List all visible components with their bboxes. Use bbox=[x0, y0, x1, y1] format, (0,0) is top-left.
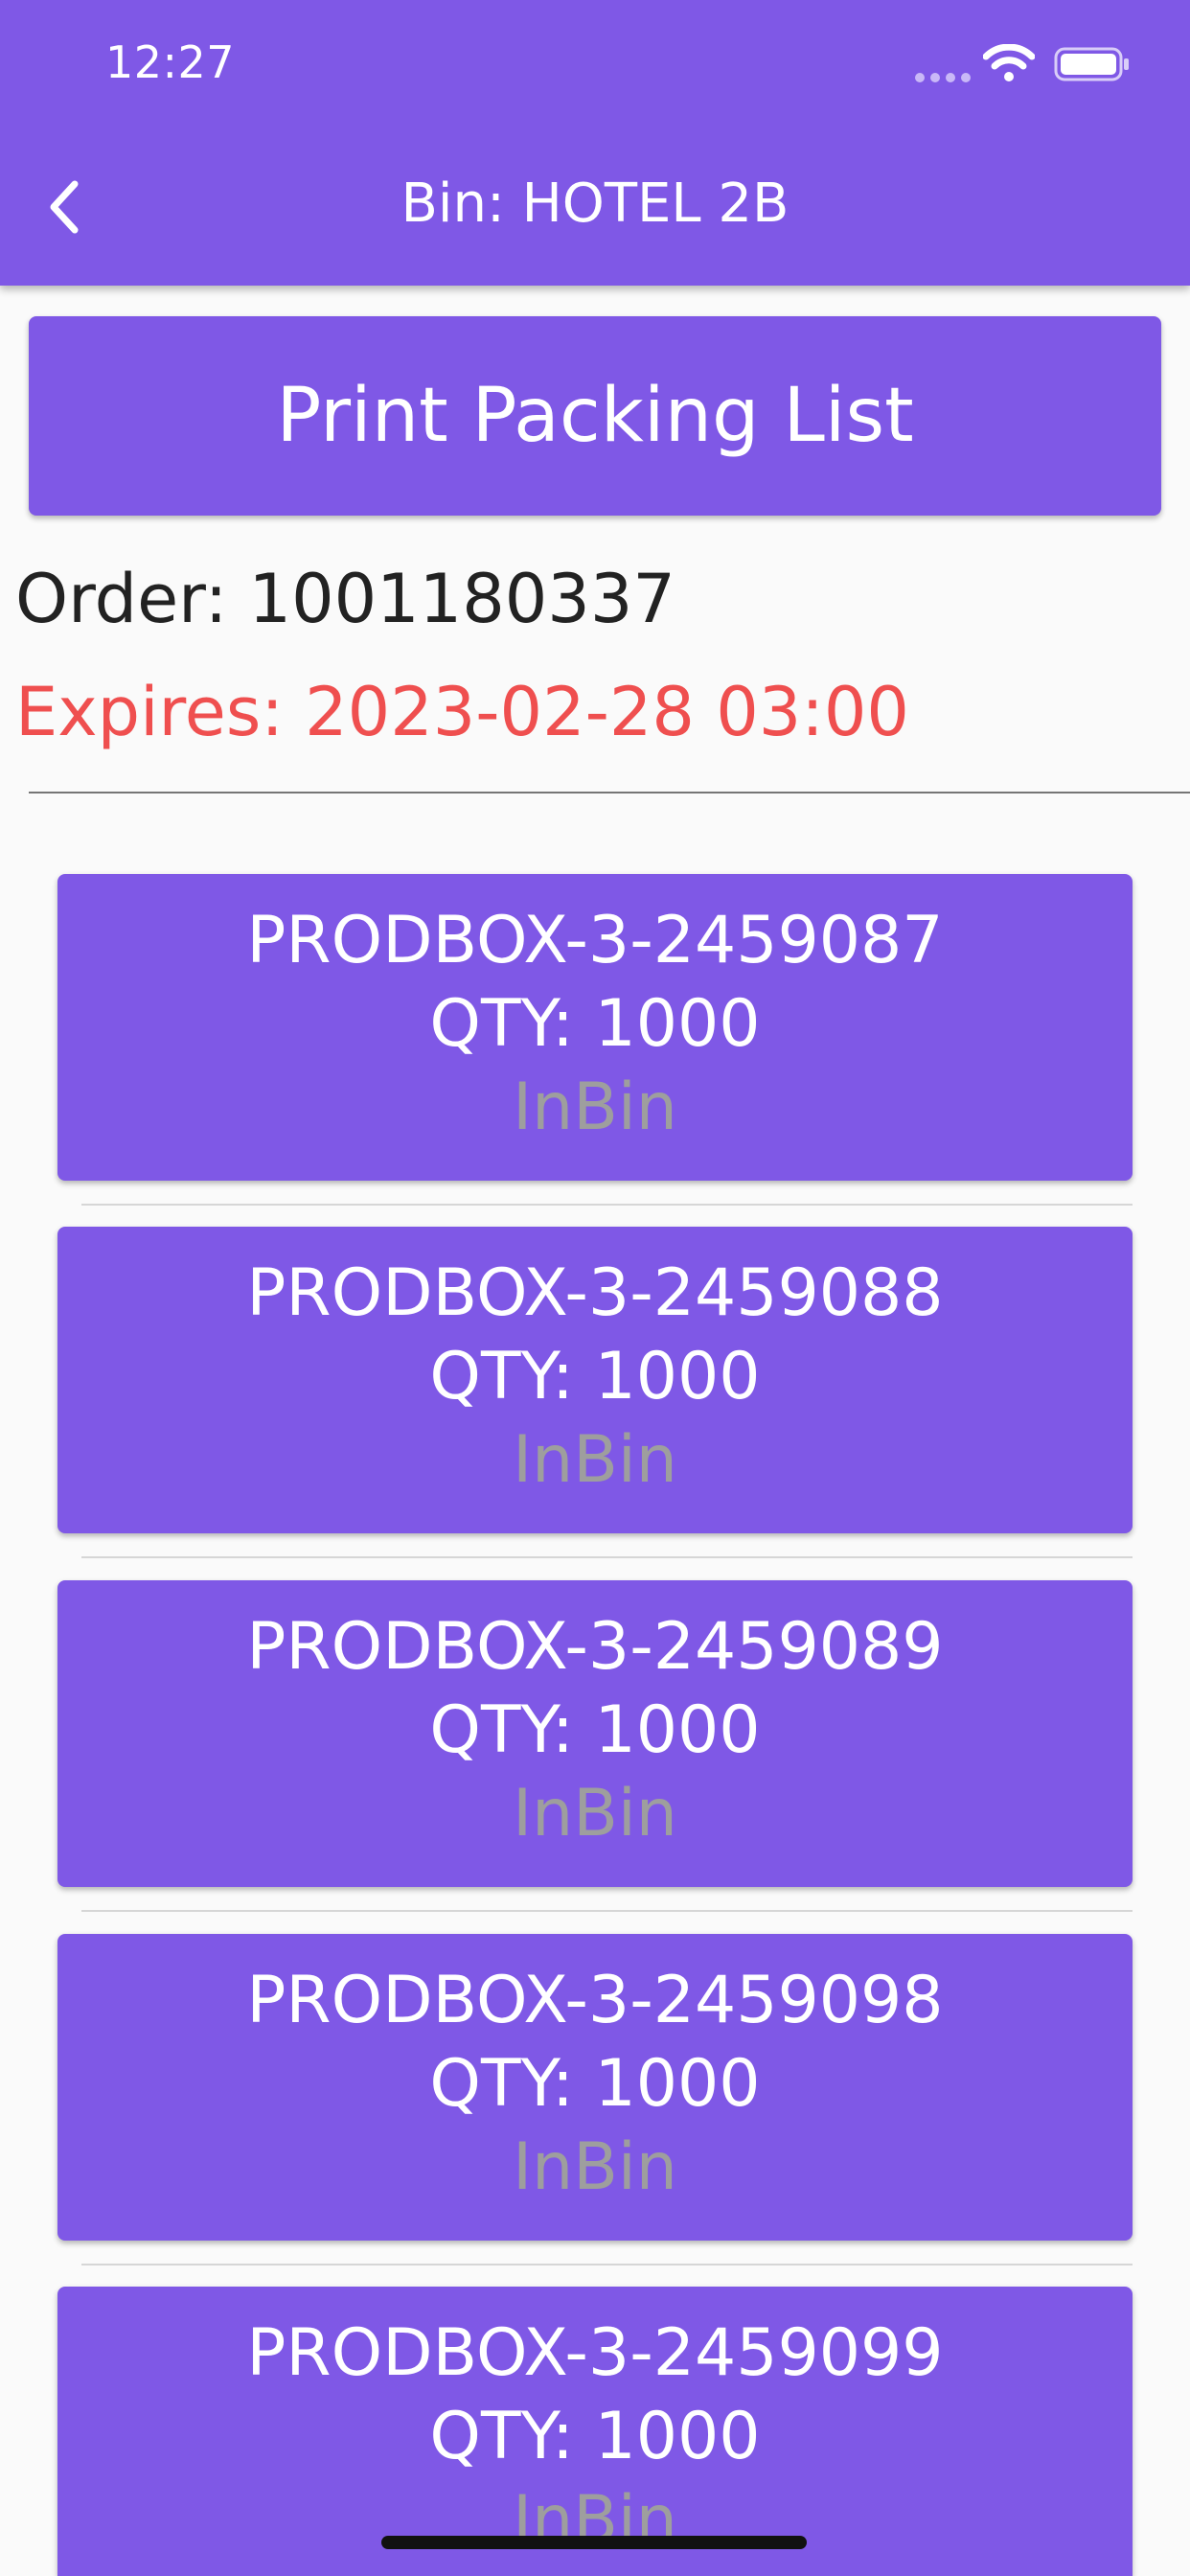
box-id: PRODBOX-3-2459089 bbox=[246, 1609, 944, 1685]
box-id: PRODBOX-3-2459087 bbox=[246, 903, 944, 978]
box-status: InBin bbox=[513, 1422, 677, 1498]
box-qty: QTY: 1000 bbox=[429, 986, 761, 1062]
box-list: PRODBOX-3-2459087 QTY: 1000 InBin PRODBO… bbox=[0, 0, 1190, 2576]
box-status: InBin bbox=[513, 1776, 677, 1852]
list-divider bbox=[81, 2264, 1133, 2266]
box-qty: QTY: 1000 bbox=[429, 2046, 761, 2122]
battery-icon bbox=[1054, 46, 1131, 82]
box-card[interactable]: PRODBOX-3-2459099 QTY: 1000 InBin bbox=[57, 2287, 1133, 2576]
list-divider bbox=[81, 1556, 1133, 1558]
list-divider bbox=[81, 1910, 1133, 1912]
box-status: InBin bbox=[513, 1070, 677, 1145]
status-time: 12:27 bbox=[105, 36, 236, 88]
list-divider bbox=[81, 1204, 1133, 1206]
box-qty: QTY: 1000 bbox=[429, 1339, 761, 1414]
box-qty: QTY: 1000 bbox=[429, 2399, 761, 2474]
signal-dots-icon bbox=[915, 69, 971, 82]
box-id: PRODBOX-3-2459098 bbox=[246, 1963, 944, 2038]
box-id: PRODBOX-3-2459088 bbox=[246, 1255, 944, 1331]
wifi-icon bbox=[982, 43, 1036, 82]
box-qty: QTY: 1000 bbox=[429, 1692, 761, 1768]
app-bar: 12:27 Bin: HOTEL 2B bbox=[0, 0, 1190, 286]
box-id: PRODBOX-3-2459099 bbox=[246, 2315, 944, 2391]
page-title: Bin: HOTEL 2B bbox=[400, 172, 790, 235]
box-card[interactable]: PRODBOX-3-2459089 QTY: 1000 InBin bbox=[57, 1580, 1133, 1887]
box-card[interactable]: PRODBOX-3-2459087 QTY: 1000 InBin bbox=[57, 874, 1133, 1181]
box-status: InBin bbox=[513, 2129, 677, 2205]
home-indicator[interactable] bbox=[381, 2536, 807, 2549]
box-card[interactable]: PRODBOX-3-2459088 QTY: 1000 InBin bbox=[57, 1227, 1133, 1533]
box-card[interactable]: PRODBOX-3-2459098 QTY: 1000 InBin bbox=[57, 1934, 1133, 2241]
